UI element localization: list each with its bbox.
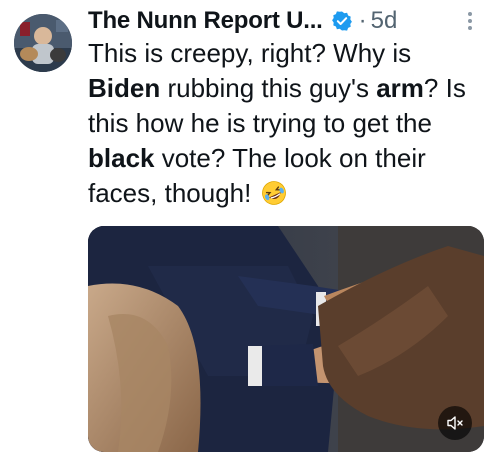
video-frame bbox=[88, 226, 484, 452]
tweet-text-line2-end: ? Is bbox=[423, 73, 466, 103]
rolling-on-floor-laughing-emoji bbox=[261, 180, 287, 206]
tweet-text-line1: This is creepy, right? Why is bbox=[88, 38, 412, 68]
avatar-image bbox=[14, 14, 72, 72]
tweet-text-line2-mid: rubbing this guy's bbox=[160, 73, 377, 103]
muted-speaker-icon bbox=[447, 416, 463, 430]
tweet-header: The Nunn Report U... · 5d bbox=[88, 6, 482, 36]
more-vertical-icon[interactable] bbox=[458, 8, 482, 34]
tweet-text: This is creepy, right? Why is Biden rubb… bbox=[88, 36, 488, 211]
tweet-video[interactable] bbox=[88, 226, 484, 452]
avatar[interactable] bbox=[14, 14, 72, 72]
tweet-text-line5: faces, though! bbox=[88, 178, 252, 208]
author-display-name[interactable]: The Nunn Report U... bbox=[88, 7, 323, 35]
tweet-text-bold-biden: Biden bbox=[88, 73, 161, 103]
mute-toggle-button[interactable] bbox=[438, 406, 472, 440]
tweet-text-line4-end: vote? The look on their bbox=[154, 143, 426, 173]
separator-dot: · bbox=[358, 7, 367, 34]
verified-badge-icon bbox=[331, 10, 353, 32]
tweet-text-bold-arm: arm bbox=[376, 73, 424, 103]
tweet[interactable]: The Nunn Report U... · 5d This is creepy… bbox=[0, 0, 500, 464]
tweet-text-bold-black: black bbox=[88, 143, 155, 173]
tweet-text-line3: this how he is trying to get the bbox=[88, 108, 432, 138]
timestamp[interactable]: 5d bbox=[371, 7, 398, 35]
